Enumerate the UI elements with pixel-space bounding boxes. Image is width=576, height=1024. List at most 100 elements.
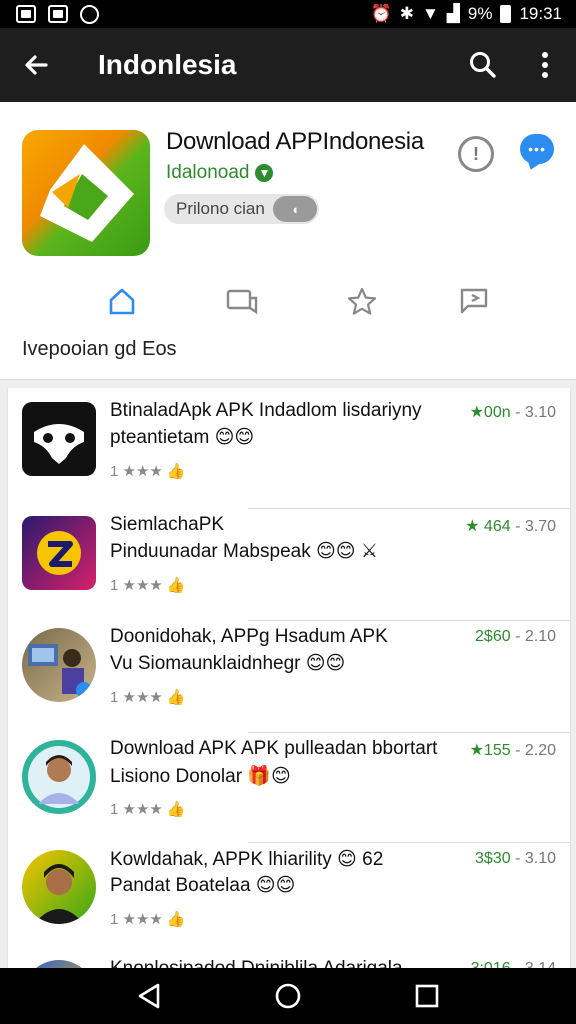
list-item[interactable]: SiemlachaPK Pinduunadar Mabspeak 😊😊 ⚔ 1 … — [8, 502, 570, 612]
item-subtitle: pteantietam 😊😊 — [110, 427, 255, 448]
item-rating: 2$60 - 2.10 — [475, 628, 556, 646]
item-rating: ★00n - 3.10 — [470, 402, 556, 422]
home-icon — [109, 288, 135, 315]
rating-secondary: - 2.20 — [515, 742, 556, 759]
app-logo — [22, 130, 150, 256]
message-icon — [226, 289, 258, 315]
rating-primary: ★155 — [469, 742, 511, 759]
item-meta: 1 ★★★ 👍 — [110, 462, 186, 480]
nav-recents-button[interactable] — [407, 976, 447, 1016]
info-button[interactable]: ! — [458, 136, 494, 172]
item-meta-text: 1 ★★★ — [110, 801, 163, 818]
square-recents-icon — [415, 984, 438, 1008]
tab-home[interactable] — [92, 278, 152, 324]
rating-secondary: - 3.10 — [515, 850, 556, 867]
tab-favorites[interactable] — [332, 278, 392, 324]
search-button[interactable] — [452, 28, 514, 102]
rating-secondary: - 3.70 — [515, 518, 556, 535]
more-vert-icon — [542, 52, 548, 78]
battery-percent: 9% — [467, 4, 493, 23]
arrow-left-icon — [25, 55, 48, 75]
bluetooth-icon: ✱ — [399, 4, 414, 23]
item-subtitle: Pinduunadar Mabspeak 😊😊 ⚔ — [110, 541, 378, 562]
chip-toggle-icon: ◖ — [273, 196, 317, 222]
circle-home-icon — [275, 983, 301, 1009]
item-meta: 1 ★★★ 👍 — [110, 576, 186, 594]
app-name: Download APPIndonesia — [166, 128, 424, 155]
item-icon — [22, 516, 96, 590]
list-item[interactable]: Doonidohak, APPg Hsadum APK Vu Siomaunkl… — [8, 614, 570, 724]
alarm-icon: ⏰ — [370, 4, 392, 23]
item-meta: 1 ★★★ 👍 — [110, 910, 186, 928]
status-chip[interactable]: Prilono cian ◖ — [164, 194, 319, 224]
wifi-icon: ▼ — [421, 4, 439, 23]
app-bar: Indonlesia — [0, 28, 576, 102]
tab-messages[interactable] — [212, 278, 272, 324]
item-title: Download APK APK pulleadan bbortart — [110, 738, 438, 759]
item-avatar — [22, 850, 96, 924]
person-avatar-icon — [28, 746, 90, 808]
results-card: BtinaladApk APK Indadlom lisdariyny ptea… — [8, 388, 570, 978]
item-icon — [22, 402, 96, 476]
app-logo-icon — [40, 144, 134, 242]
list-item[interactable]: Kowldahak, APPK lhiarility 😊 62 Pandat B… — [8, 836, 570, 946]
thumbs-up-icon: 👍 — [166, 689, 186, 706]
developer-link[interactable]: Idalonoad ▼ — [166, 162, 274, 184]
rating-primary: 2$60 — [475, 628, 511, 645]
back-button[interactable] — [0, 28, 72, 102]
item-subtitle: Lisiono Donolar 🎁😊 — [110, 766, 291, 787]
gallery-icon — [48, 5, 68, 23]
chat-bubble-icon: ••• — [528, 141, 546, 157]
search-icon — [470, 52, 496, 78]
mask-icon — [34, 424, 84, 464]
item-subtitle: Vu Siomaunklaidnhegr 😊😊 — [110, 653, 346, 674]
rating-primary: 3$30 — [475, 850, 511, 867]
item-meta-text: 1 ★★★ — [110, 577, 163, 594]
overflow-menu-button[interactable] — [514, 28, 576, 102]
exclamation-icon: ! — [473, 143, 479, 164]
rating-primary: ★ 464 — [465, 518, 511, 535]
system-icons: ⏰ ✱ ▼ ▟ 9% 19:31 — [371, 4, 562, 24]
status-bar: ⏰ ✱ ▼ ▟ 9% 19:31 — [0, 0, 576, 28]
item-subtitle: Pandat Boatelaa 😊😊 — [110, 875, 296, 896]
thumbs-up-icon: 👍 — [166, 801, 186, 818]
page-title: Indonlesia — [98, 49, 237, 80]
item-rating: ★ 464 - 3.70 — [465, 516, 556, 536]
chat-button[interactable]: ••• — [520, 134, 554, 164]
item-avatar — [22, 740, 96, 814]
thumbs-up-icon: 👍 — [166, 463, 186, 480]
item-rating: 3$30 - 3.10 — [475, 850, 556, 868]
photo-thumbnail-icon — [28, 644, 92, 698]
item-meta-text: 1 ★★★ — [110, 689, 163, 706]
battery-icon — [500, 5, 512, 23]
star-icon — [347, 287, 377, 315]
item-meta: 1 ★★★ 👍 — [110, 688, 186, 706]
system-nav-bar — [0, 968, 576, 1024]
tab-row — [0, 278, 576, 326]
results-area: BtinaladApk APK Indadlom lisdariyny ptea… — [0, 380, 576, 978]
thumbs-up-icon: 👍 — [166, 577, 186, 594]
game-logo-icon — [37, 531, 81, 575]
item-title: Kowldahak, APPK lhiarility 😊 62 — [110, 849, 384, 870]
nav-home-button[interactable] — [268, 976, 308, 1016]
tab-feedback[interactable] — [444, 278, 504, 324]
item-meta-text: 1 ★★★ — [110, 911, 163, 928]
nav-back-button[interactable] — [129, 976, 169, 1016]
chip-label: Prilono cian — [176, 199, 265, 218]
rating-secondary: - 3.10 — [515, 404, 556, 421]
gmail-icon — [16, 5, 36, 23]
app-header-card: Download APPIndonesia Idalonoad ▼ Prilon… — [0, 102, 576, 380]
triangle-back-icon — [139, 983, 160, 1009]
signal-icon: ▟ — [446, 4, 460, 23]
item-title: BtinaladApk APK Indadlom lisdariyny — [110, 400, 422, 421]
app-notification-icon — [80, 4, 99, 24]
clock: 19:31 — [519, 4, 562, 23]
item-avatar — [22, 628, 96, 702]
item-meta: 1 ★★★ 👍 — [110, 800, 186, 818]
list-item[interactable]: BtinaladApk APK Indadlom lisdariyny ptea… — [8, 388, 570, 498]
list-item[interactable]: Download APK APK pulleadan bbortart Lisi… — [8, 726, 570, 836]
feedback-icon — [460, 288, 488, 314]
notification-icons — [16, 4, 99, 24]
thumbs-up-icon: 👍 — [166, 911, 186, 928]
rating-secondary: - 2.10 — [515, 628, 556, 645]
